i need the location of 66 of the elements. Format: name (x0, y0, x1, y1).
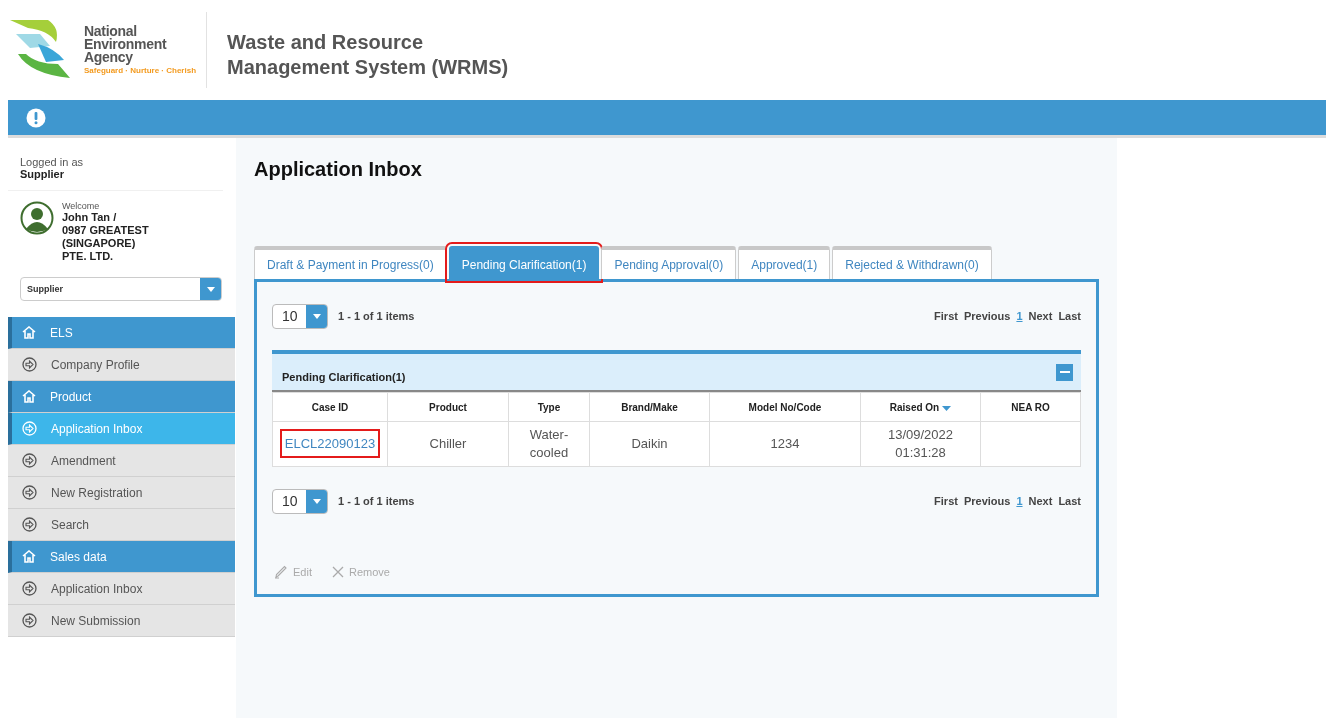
pager-link[interactable]: First (934, 310, 958, 322)
agency-tagline: Safeguard · Nurture · Cherish (84, 66, 196, 75)
arrow-circle-icon (22, 421, 37, 436)
pager-link[interactable]: Last (1058, 495, 1081, 507)
column-header[interactable]: Brand/Make (589, 392, 710, 422)
table-cell: Daikin (631, 436, 668, 451)
caret-icon (312, 313, 321, 319)
pager-link[interactable]: First (934, 495, 958, 507)
column-header[interactable]: NEA RO (980, 392, 1081, 422)
column-header[interactable]: Model No/Code (709, 392, 861, 422)
page-title: Application Inbox (254, 158, 423, 181)
sidebar-item[interactable]: Amendment (8, 445, 235, 477)
caret-icon (312, 498, 321, 504)
logged-in-label: Logged in as (20, 156, 84, 168)
tab[interactable]: Draft & Payment in Progress(0) (254, 246, 447, 279)
sidebar-item[interactable]: Application Inbox (8, 573, 235, 605)
sidebar-item[interactable]: New Registration (8, 477, 235, 509)
column-header[interactable]: Raised On (860, 392, 981, 422)
pager-link[interactable]: Previous (963, 495, 1011, 507)
avatar-icon (20, 201, 54, 235)
app-title: Waste and Resource Management System (WRMS) (227, 30, 509, 80)
home-icon (22, 326, 36, 339)
sidebar-item[interactable]: New Submission (8, 605, 235, 637)
pager-link[interactable]: Next (1028, 495, 1053, 507)
group-title: Pending Clarification(1) (282, 371, 406, 383)
sort-down-icon (942, 405, 952, 411)
arrow-circle-icon (22, 357, 37, 372)
column-header[interactable]: Type (508, 392, 590, 422)
tab[interactable]: Approved(1) (738, 246, 831, 279)
items-summary: 1 - 1 of 1 items (338, 310, 415, 322)
user-role: Supplier (20, 168, 65, 180)
close-icon (331, 566, 344, 578)
page-size-select[interactable]: 10 (272, 303, 328, 329)
pencil-icon (274, 565, 288, 579)
sidebar-item[interactable]: Product (8, 381, 235, 413)
user-name: John Tan / 0987 GREATEST (SINGAPORE) PTE. LTD. (62, 211, 149, 263)
home-icon (22, 390, 36, 403)
pager-link[interactable]: Last (1058, 310, 1081, 322)
agency-name: National Environment Agency (84, 25, 168, 64)
pager-link[interactable]: Previous (963, 310, 1011, 322)
pager-link[interactable]: Next (1028, 310, 1053, 322)
home-icon (22, 550, 36, 563)
column-header[interactable]: Case ID (272, 392, 388, 422)
sidebar-item[interactable]: ELS (8, 317, 235, 349)
alert-icon[interactable] (26, 107, 46, 128)
arrow-circle-icon (22, 485, 37, 500)
page-size-select[interactable]: 10 (272, 488, 328, 514)
arrow-circle-icon (22, 453, 37, 468)
welcome-label: Welcome (62, 201, 101, 211)
table-cell: Chiller (429, 436, 467, 451)
table-cell: 1234 (770, 436, 800, 451)
role-select[interactable]: Supplier (20, 277, 222, 301)
table-cell: 13/09/2022 01:31:28 (887, 427, 954, 460)
sidebar-item[interactable]: Search (8, 509, 235, 541)
arrow-circle-icon (22, 613, 37, 628)
tab[interactable]: Rejected & Withdrawn(0) (832, 246, 992, 279)
collapse-button[interactable] (1056, 363, 1073, 381)
sidebar-item[interactable]: Sales data (8, 541, 235, 573)
sidebar-item[interactable]: Company Profile (8, 349, 235, 381)
table-cell: Water-cooled (529, 427, 569, 460)
caret-icon (206, 286, 215, 292)
arrow-circle-icon (22, 581, 37, 596)
arrow-circle-icon (22, 517, 37, 532)
column-header[interactable]: Product (387, 392, 509, 422)
items-summary: 1 - 1 of 1 items (338, 495, 415, 507)
tab[interactable]: Pending Approval(0) (601, 246, 737, 279)
